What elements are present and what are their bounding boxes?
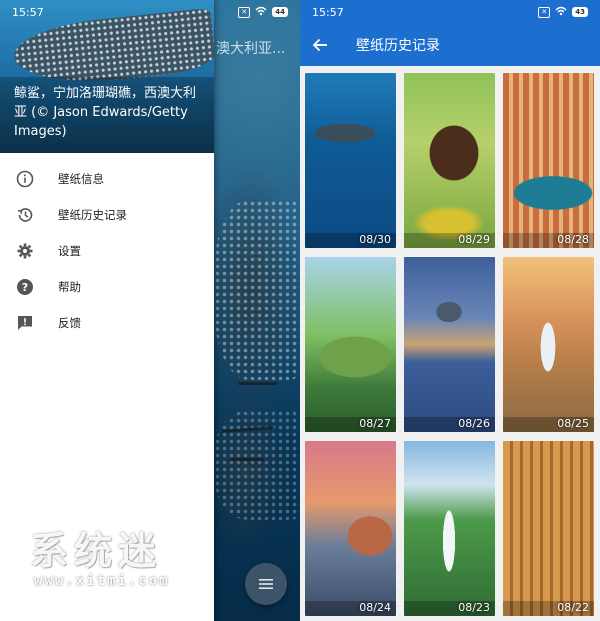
menu-icon bbox=[259, 575, 273, 594]
battery-icon: 43 bbox=[572, 7, 588, 17]
app-bar: 15:57 ✕ 43 壁纸历史记录 bbox=[300, 0, 600, 66]
wallpaper-tile[interactable]: 08/27 bbox=[305, 257, 396, 432]
wallpaper-tile[interactable]: 08/30 bbox=[305, 73, 396, 248]
status-bar: 15:57 ✕ 44 bbox=[0, 0, 300, 24]
tile-date: 08/28 bbox=[557, 233, 589, 246]
wallpaper-title-peek: 澳大利亚... bbox=[216, 41, 286, 57]
menu-item-label: 壁纸信息 bbox=[58, 172, 104, 186]
tile-date: 08/29 bbox=[458, 233, 490, 246]
wallpaper-caption: 鲸鲨，宁加洛珊瑚礁，西澳大利亚 (© Jason Edwards/Getty I… bbox=[14, 86, 197, 139]
info-icon bbox=[16, 170, 34, 188]
tile-date: 08/27 bbox=[359, 417, 391, 430]
wallpaper-tile[interactable]: 08/28 bbox=[503, 73, 594, 248]
menu-item-label: 壁纸历史记录 bbox=[58, 208, 127, 222]
tile-date: 08/30 bbox=[359, 233, 391, 246]
tile-date: 08/26 bbox=[458, 417, 490, 430]
tile-date: 08/25 bbox=[557, 417, 589, 430]
wallpaper-tile[interactable]: 08/23 bbox=[404, 441, 495, 616]
fish-shape bbox=[230, 458, 264, 461]
sim-icon: ✕ bbox=[238, 6, 251, 18]
gear-icon bbox=[16, 242, 34, 260]
wallpaper-tile[interactable]: 08/29 bbox=[404, 73, 495, 248]
wallpaper-tile[interactable]: 08/22 bbox=[503, 441, 594, 616]
menu-item-history[interactable]: 壁纸历史记录 bbox=[0, 197, 214, 233]
menu-fab-button[interactable] bbox=[245, 563, 287, 605]
screenshot-root: 15:57 ✕ 44 澳大利亚... 鲸鲨，宁加洛珊瑚礁，西澳大利亚 (© Ja… bbox=[0, 0, 600, 621]
menu-item-feedback[interactable]: 反馈 bbox=[0, 305, 214, 341]
drawer-menu: 壁纸信息 壁纸历史记录 设置 ? 帮助 反馈 bbox=[0, 153, 214, 341]
status-icons: ✕ 44 bbox=[238, 6, 288, 19]
toolbar: 壁纸历史记录 bbox=[300, 24, 600, 66]
feedback-icon bbox=[16, 314, 34, 332]
sim-icon: ✕ bbox=[538, 6, 551, 18]
fish-shape bbox=[238, 382, 278, 385]
status-time: 15:57 bbox=[12, 5, 44, 19]
tile-date: 08/23 bbox=[458, 601, 490, 614]
whale-shark-pattern bbox=[214, 200, 300, 380]
menu-item-wallpaper-info[interactable]: 壁纸信息 bbox=[0, 161, 214, 197]
page-title: 壁纸历史记录 bbox=[356, 38, 440, 54]
battery-icon: 44 bbox=[272, 7, 288, 17]
wifi-icon bbox=[255, 6, 267, 19]
wallpaper-tile[interactable]: 08/25 bbox=[503, 257, 594, 432]
status-bar: 15:57 ✕ 43 bbox=[300, 0, 600, 24]
status-icons: ✕ 43 bbox=[538, 6, 588, 19]
menu-item-label: 反馈 bbox=[58, 316, 81, 330]
tile-date: 08/22 bbox=[557, 601, 589, 614]
left-phone-screen: 15:57 ✕ 44 澳大利亚... 鲸鲨，宁加洛珊瑚礁，西澳大利亚 (© Ja… bbox=[0, 0, 300, 621]
wallpaper-grid: 08/30 08/29 08/28 08/27 08/26 08/25 08/2… bbox=[305, 73, 597, 616]
back-arrow-icon[interactable] bbox=[312, 35, 332, 55]
right-phone-screen: 15:57 ✕ 43 壁纸历史记录 08/30 08/29 08/28 08/2… bbox=[300, 0, 600, 621]
navigation-drawer: 鲸鲨，宁加洛珊瑚礁，西澳大利亚 (© Jason Edwards/Getty I… bbox=[0, 0, 214, 621]
wallpaper-tile[interactable]: 08/24 bbox=[305, 441, 396, 616]
svg-text:?: ? bbox=[22, 281, 28, 294]
help-icon: ? bbox=[16, 278, 34, 296]
menu-item-settings[interactable]: 设置 bbox=[0, 233, 214, 269]
menu-item-label: 帮助 bbox=[58, 280, 81, 294]
status-time: 15:57 bbox=[312, 5, 344, 19]
wifi-icon bbox=[555, 6, 567, 19]
menu-item-help[interactable]: ? 帮助 bbox=[0, 269, 214, 305]
tile-date: 08/24 bbox=[359, 601, 391, 614]
history-icon bbox=[16, 206, 34, 224]
menu-item-label: 设置 bbox=[58, 244, 81, 258]
wallpaper-tile[interactable]: 08/26 bbox=[404, 257, 495, 432]
